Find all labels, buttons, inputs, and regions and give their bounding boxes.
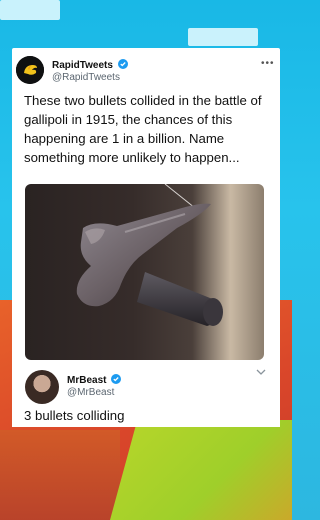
tweet-image[interactable] <box>25 184 264 360</box>
author-name[interactable]: RapidTweets <box>52 59 128 71</box>
reply-author-handle[interactable]: @MrBeast <box>67 387 114 398</box>
background-grass <box>110 420 292 520</box>
reply-author-name[interactable]: MrBeast <box>67 374 122 386</box>
reply-text: 3 bullets colliding <box>24 408 125 423</box>
rapidtweets-logo-icon <box>16 56 44 84</box>
background-block <box>188 28 258 46</box>
verified-badge-icon <box>117 59 128 69</box>
chevron-down-icon[interactable] <box>256 368 266 376</box>
more-horizontal-icon[interactable]: ••• <box>261 58 275 69</box>
background-block <box>0 0 60 20</box>
bullets-photo-icon <box>76 184 223 326</box>
avatar-mrbeast[interactable] <box>25 370 59 404</box>
verified-badge-icon <box>111 374 122 384</box>
avatar-rapidtweets[interactable] <box>16 56 44 84</box>
tweet-text: These two bullets collided in the battle… <box>24 93 262 165</box>
author-handle[interactable]: @RapidTweets <box>52 72 120 83</box>
background-ground-dark <box>0 430 120 520</box>
